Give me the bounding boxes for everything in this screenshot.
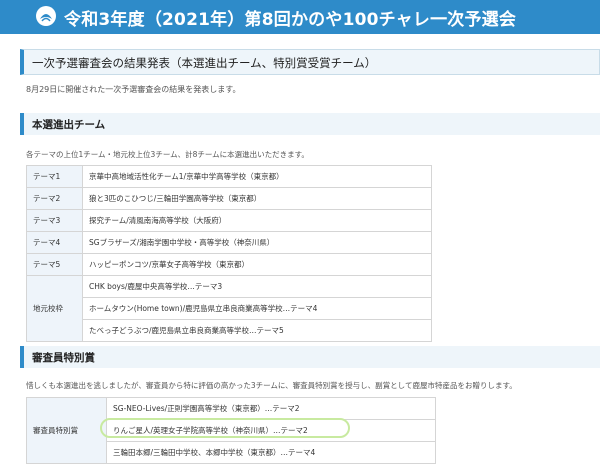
table-row: テーマ3 探究チーム/清風南海高等学校（大阪府） bbox=[26, 209, 432, 232]
theme-label: テーマ1 bbox=[26, 165, 83, 188]
special-note: 惜しくも本選進出を逃しましたが、審査員から特に評価の高かった3チームに、審査員特… bbox=[26, 381, 517, 390]
page-banner: 令和3年度（2021年）第8回かのや100チャレ一次予選会 bbox=[0, 0, 600, 34]
table-row: 地元校枠 CHK boys/鹿屋中央高等学校…テーマ3 bbox=[26, 275, 432, 342]
special-label: 審査員特別賞 bbox=[26, 397, 107, 464]
finalists-heading-text: 本選進出チーム bbox=[32, 119, 106, 131]
local-label: 地元校枠 bbox=[26, 275, 83, 342]
team-name: SGブラザーズ/湘南学園中学校・高等学校（神奈川県） bbox=[82, 231, 432, 254]
table-row: テーマ1 京華中高地域活性化チーム1/京華中学高等学校（東京都） bbox=[26, 165, 432, 188]
finalists-table: テーマ1 京華中高地域活性化チーム1/京華中学高等学校（東京都） テーマ2 狼と… bbox=[26, 165, 432, 342]
special-heading: 審査員特別賞 bbox=[20, 346, 600, 368]
team-name: SG-NEO-Lives/正則学園高等学校（東京都）…テーマ2 bbox=[106, 397, 436, 420]
special-heading-text: 審査員特別賞 bbox=[32, 352, 95, 364]
table-row: 審査員特別賞 SG-NEO-Lives/正則学園高等学校（東京都）…テーマ2 bbox=[26, 397, 436, 464]
team-name: たべっ子どうぶつ/鹿児島県立串良商業高等学校…テーマ5 bbox=[82, 319, 432, 342]
team-name: CHK boys/鹿屋中央高等学校…テーマ3 bbox=[82, 275, 432, 298]
table-row: テーマ2 狼と3匹のこひつじ/三輪田学園高等学校（東京都） bbox=[26, 187, 432, 210]
finalists-note: 各テーマの上位1チーム・地元校上位3チーム、計8チームに本選進出いただきます。 bbox=[26, 150, 309, 159]
highlight-mark bbox=[100, 418, 350, 438]
finalists-heading: 本選進出チーム bbox=[20, 113, 600, 135]
results-heading: 一次予選審査会の結果発表（本選進出チーム、特別賞受賞チーム） bbox=[20, 49, 600, 75]
team-name: ホームタウン(Home town)/鹿児島県立串良商業高等学校…テーマ4 bbox=[82, 297, 432, 320]
table-row: たべっ子どうぶつ/鹿児島県立串良商業高等学校…テーマ5 bbox=[27, 319, 432, 342]
table-row: テーマ5 ハッピーポンコツ/京華女子高等学校（東京都） bbox=[26, 253, 432, 276]
team-name: 狼と3匹のこひつじ/三輪田学園高等学校（東京都） bbox=[82, 187, 432, 210]
flower-logo-icon bbox=[36, 6, 56, 26]
team-name: 探究チーム/清風南海高等学校（大阪府） bbox=[82, 209, 432, 232]
intro-text: 8月29日に開催された一次予選審査会の結果を発表します。 bbox=[26, 85, 241, 94]
results-heading-text: 一次予選審査会の結果発表（本選進出チーム、特別賞受賞チーム） bbox=[32, 56, 377, 70]
team-name: 三輪田本郷/三輪田中学校、本郷中学校（東京都）…テーマ4 bbox=[106, 441, 436, 464]
team-name: 京華中高地域活性化チーム1/京華中学高等学校（東京都） bbox=[82, 165, 432, 188]
theme-label: テーマ4 bbox=[26, 231, 83, 254]
table-row: ホームタウン(Home town)/鹿児島県立串良商業高等学校…テーマ4 bbox=[27, 297, 432, 320]
theme-label: テーマ2 bbox=[26, 187, 83, 210]
theme-label: テーマ3 bbox=[26, 209, 83, 232]
theme-label: テーマ5 bbox=[26, 253, 83, 276]
team-name: ハッピーポンコツ/京華女子高等学校（東京都） bbox=[82, 253, 432, 276]
page-title: 令和3年度（2021年）第8回かのや100チャレ一次予選会 bbox=[64, 10, 517, 30]
table-row: テーマ4 SGブラザーズ/湘南学園中学校・高等学校（神奈川県） bbox=[26, 231, 432, 254]
